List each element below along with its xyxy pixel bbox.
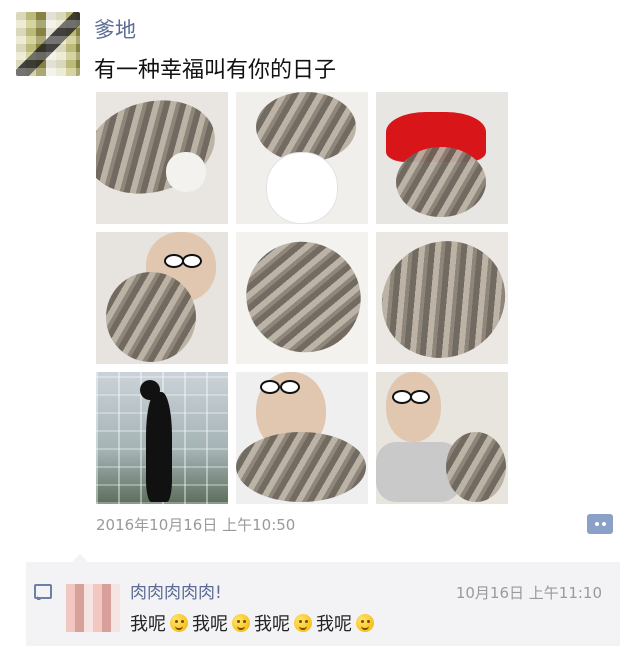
photo-cat-sleeping-with-toy[interactable]: [96, 92, 228, 224]
post-text: 有一种幸福叫有你的日子: [94, 58, 337, 83]
comment-part: 我呢: [130, 614, 166, 635]
comments-section: 肉肉肉肉肉! 10月16日 上午11:10 我呢 我呢 我呢 我呢: [26, 554, 620, 646]
photo-selfie-with-cat[interactable]: [96, 232, 228, 364]
smiley-icon: [294, 614, 312, 632]
comment-text: 我呢 我呢 我呢 我呢: [130, 610, 376, 636]
commenter-avatar[interactable]: [66, 584, 120, 632]
moments-post: 爹地 有一种幸福叫有你的日子 2016年10月16日 上午10:50 肉肉肉肉肉…: [0, 0, 640, 662]
photo-cat-with-figurine[interactable]: [236, 92, 368, 224]
photo-man-on-sofa-with-cat[interactable]: [376, 372, 508, 504]
photo-grid: [96, 92, 508, 504]
user-avatar[interactable]: [16, 12, 80, 76]
comment-time: 10月16日 上午11:10: [455, 584, 602, 602]
comment-part: 我呢: [254, 614, 290, 635]
dot-icon: [601, 522, 606, 526]
commenter-name[interactable]: 肉肉肉肉肉!: [130, 578, 222, 603]
comment-icon: [34, 584, 52, 600]
comment-part: 我呢: [316, 614, 352, 635]
photo-cat-curled[interactable]: [236, 232, 368, 364]
photo-cat-at-window[interactable]: [96, 372, 228, 504]
post-timestamp: 2016年10月16日 上午10:50: [96, 516, 296, 534]
photo-man-with-cat[interactable]: [236, 372, 368, 504]
photo-cat-stretched[interactable]: [376, 232, 508, 364]
more-actions-button[interactable]: [587, 514, 613, 534]
smiley-icon: [170, 614, 188, 632]
smiley-icon: [232, 614, 250, 632]
dot-icon: [594, 522, 599, 526]
photo-cat-red-hat[interactable]: [376, 92, 508, 224]
smiley-icon: [356, 614, 374, 632]
post-author-name[interactable]: 爹地: [94, 14, 136, 44]
comment-part: 我呢: [192, 614, 228, 635]
